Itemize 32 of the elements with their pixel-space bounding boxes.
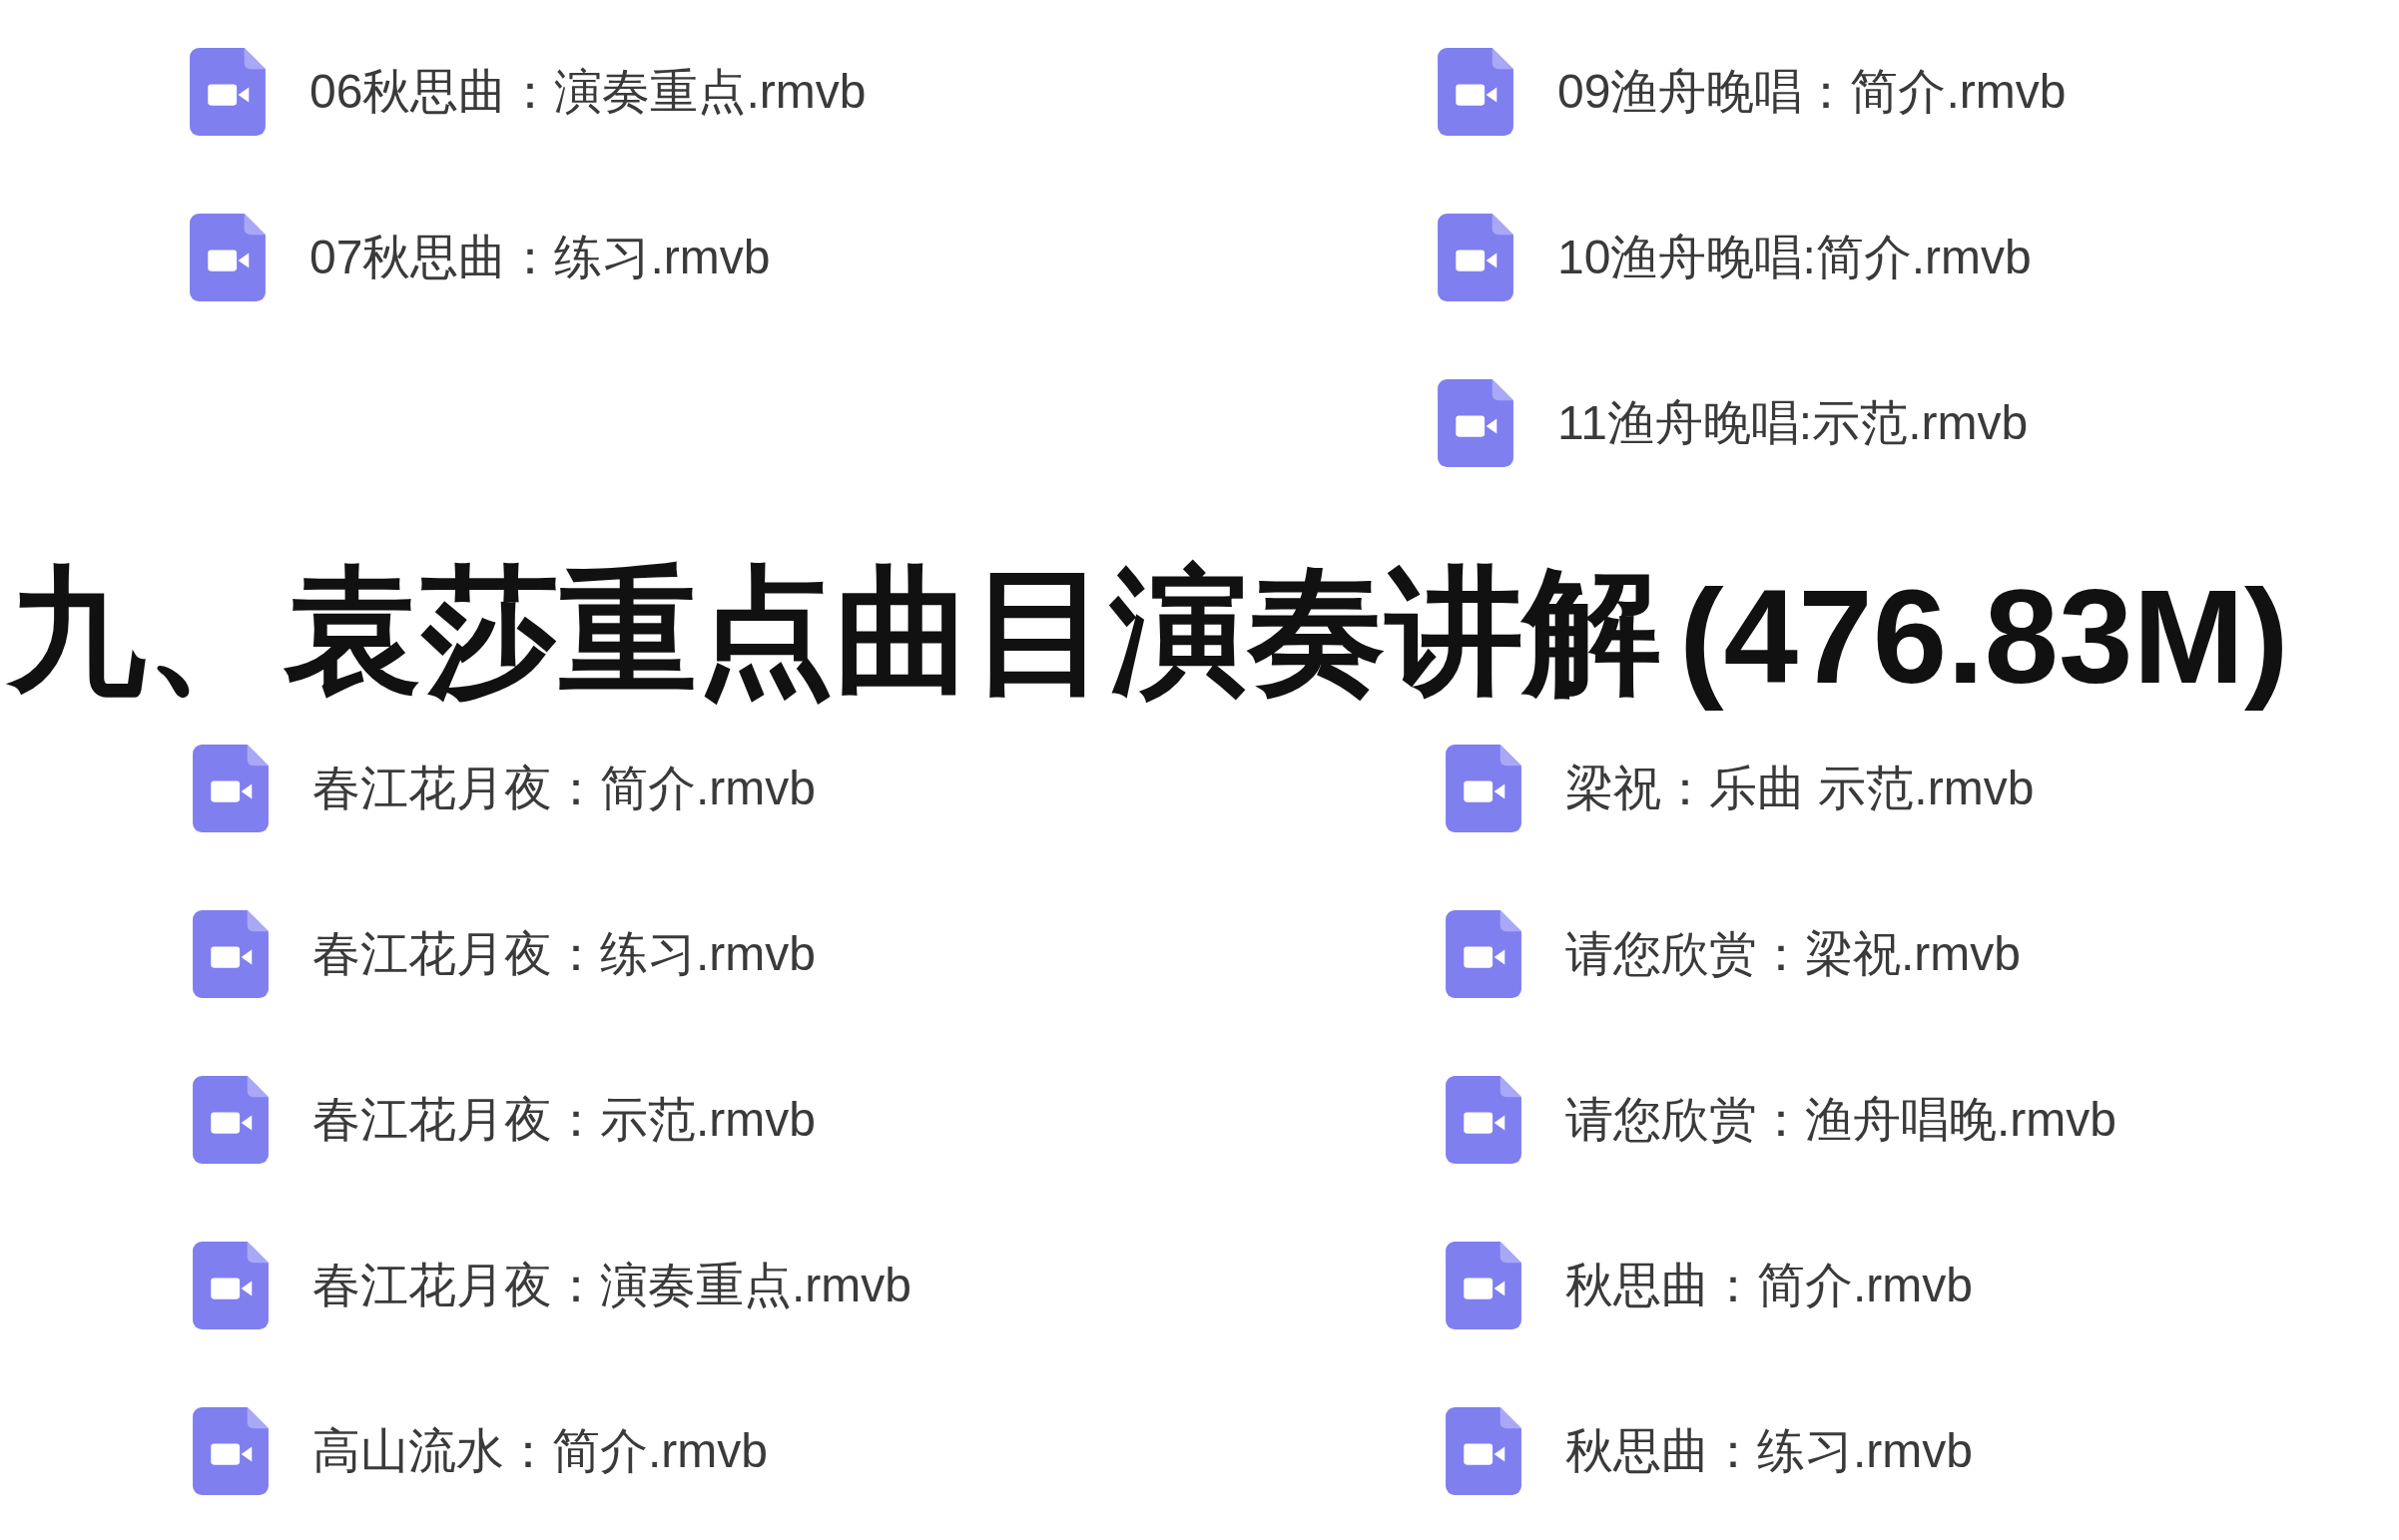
video-file-icon <box>1438 214 1513 301</box>
file-name[interactable]: 高山流水：简介.rmvb <box>312 1407 768 1495</box>
file-name[interactable]: 请您欣赏：渔舟唱晚.rmvb <box>1565 1076 2116 1164</box>
file-name[interactable]: 09渔舟晚唱：简介.rmvb <box>1557 48 2067 136</box>
file-name[interactable]: 07秋思曲：练习.rmvb <box>309 214 771 301</box>
video-file-icon <box>193 1242 269 1329</box>
section-size: (476.83M) <box>1679 561 2289 713</box>
video-file-icon <box>190 214 266 301</box>
file-name[interactable]: 请您欣赏：梁祝.rmvb <box>1565 910 2021 998</box>
file-name[interactable]: 春江花月夜：简介.rmvb <box>312 745 816 832</box>
video-file-icon <box>193 1076 269 1164</box>
file-name[interactable]: 06秋思曲：演奏重点.rmvb <box>309 48 867 136</box>
video-file-icon <box>193 1407 269 1495</box>
video-file-icon <box>1446 745 1521 832</box>
video-file-icon <box>1446 1242 1521 1329</box>
file-name[interactable]: 春江花月夜：演奏重点.rmvb <box>312 1242 911 1329</box>
file-name[interactable]: 秋思曲：简介.rmvb <box>1565 1242 1973 1329</box>
file-name[interactable]: 春江花月夜：示范.rmvb <box>312 1076 816 1164</box>
video-file-icon <box>1446 1407 1521 1495</box>
video-file-icon <box>1446 1076 1521 1164</box>
video-file-icon <box>193 745 269 832</box>
file-name[interactable]: 春江花月夜：练习.rmvb <box>312 910 816 998</box>
section-title: 九、袁莎重点曲目演奏讲解 <box>8 553 1661 710</box>
video-file-icon <box>1438 48 1513 136</box>
file-name[interactable]: 秋思曲：练习.rmvb <box>1565 1407 1973 1495</box>
video-file-icon <box>193 910 269 998</box>
file-name[interactable]: 10渔舟晚唱:简介.rmvb <box>1557 214 2032 301</box>
video-file-icon <box>1438 379 1513 467</box>
video-file-icon <box>190 48 266 136</box>
file-name[interactable]: 11渔舟晚唱:示范.rmvb <box>1557 379 2029 467</box>
file-name[interactable]: 梁祝：乐曲 示范.rmvb <box>1565 745 2035 832</box>
video-file-icon <box>1446 910 1521 998</box>
